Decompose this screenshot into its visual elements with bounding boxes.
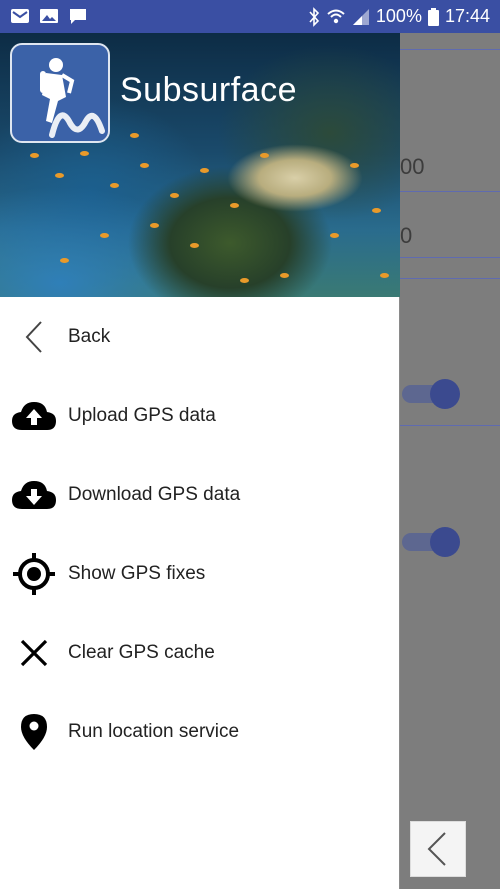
location-pin-icon [10, 708, 58, 756]
fish-decoration [240, 278, 249, 283]
wifi-icon [327, 9, 345, 23]
fish-decoration [130, 133, 139, 138]
fish-decoration [150, 223, 159, 228]
menu-item-label: Run location service [68, 720, 240, 742]
gmail-icon [11, 9, 29, 23]
fish-decoration [280, 273, 289, 278]
fish-decoration [260, 153, 269, 158]
menu-item-upload-gps-data[interactable]: Upload GPS data [0, 376, 398, 455]
status-bar: 100% 17:44 [0, 0, 500, 33]
fish-decoration [170, 193, 179, 198]
battery-percent: 100% [375, 6, 422, 26]
menu-item-run-location-service[interactable]: Run location service [0, 692, 398, 771]
chevron-left-icon [427, 832, 446, 866]
back-button[interactable] [410, 821, 466, 877]
battery-icon [427, 7, 439, 26]
fish-decoration [100, 233, 109, 238]
divider [400, 257, 500, 258]
background-field-value: 00 [400, 154, 425, 179]
background-toggle[interactable] [402, 527, 460, 557]
fish-decoration [190, 243, 199, 248]
close-icon [10, 629, 58, 677]
background-field-value: 0 [400, 223, 413, 248]
menu-item-label: Back [68, 325, 111, 347]
fish-decoration [372, 208, 381, 213]
fish-decoration [230, 203, 239, 208]
fish-decoration [80, 151, 89, 156]
fish-decoration [380, 273, 389, 278]
menu-item-download-gps-data[interactable]: Download GPS data [0, 455, 398, 534]
app-logo [10, 43, 110, 143]
fish-decoration [110, 183, 119, 188]
cloud-upload-icon [10, 392, 58, 440]
menu-item-back[interactable]: Back [0, 297, 398, 376]
fish-decoration [330, 233, 339, 238]
message-icon [70, 9, 86, 24]
fish-decoration [140, 163, 149, 168]
signal-icon [352, 8, 369, 25]
app-title: Subsurface [120, 71, 297, 109]
menu-item-show-gps-fixes[interactable]: Show GPS fixes [0, 534, 398, 613]
gps-target-icon [10, 550, 58, 598]
chevron-left-icon [10, 313, 58, 361]
menu-item-label: Download GPS data [68, 483, 241, 505]
divider [400, 49, 500, 50]
menu-item-label: Upload GPS data [68, 404, 216, 426]
bluetooth-icon [309, 6, 320, 27]
fish-decoration [30, 153, 39, 158]
divider [400, 191, 500, 192]
cloud-download-icon [10, 471, 58, 519]
image-icon [40, 9, 58, 23]
fish-decoration [200, 168, 209, 173]
menu-item-clear-gps-cache[interactable]: Clear GPS cache [0, 613, 398, 692]
drawer-header: Subsurface [0, 33, 400, 297]
divider [400, 278, 500, 279]
fish-decoration [60, 258, 69, 263]
fish-decoration [350, 163, 359, 168]
menu-item-label: Show GPS fixes [68, 562, 206, 584]
clock: 17:44 [444, 6, 490, 26]
background-toggle[interactable] [402, 379, 460, 409]
menu-item-label: Clear GPS cache [68, 641, 215, 663]
navigation-drawer: Subsurface Back Upload GPS data Download… [0, 33, 400, 889]
divider [400, 425, 500, 426]
fish-decoration [55, 173, 64, 178]
